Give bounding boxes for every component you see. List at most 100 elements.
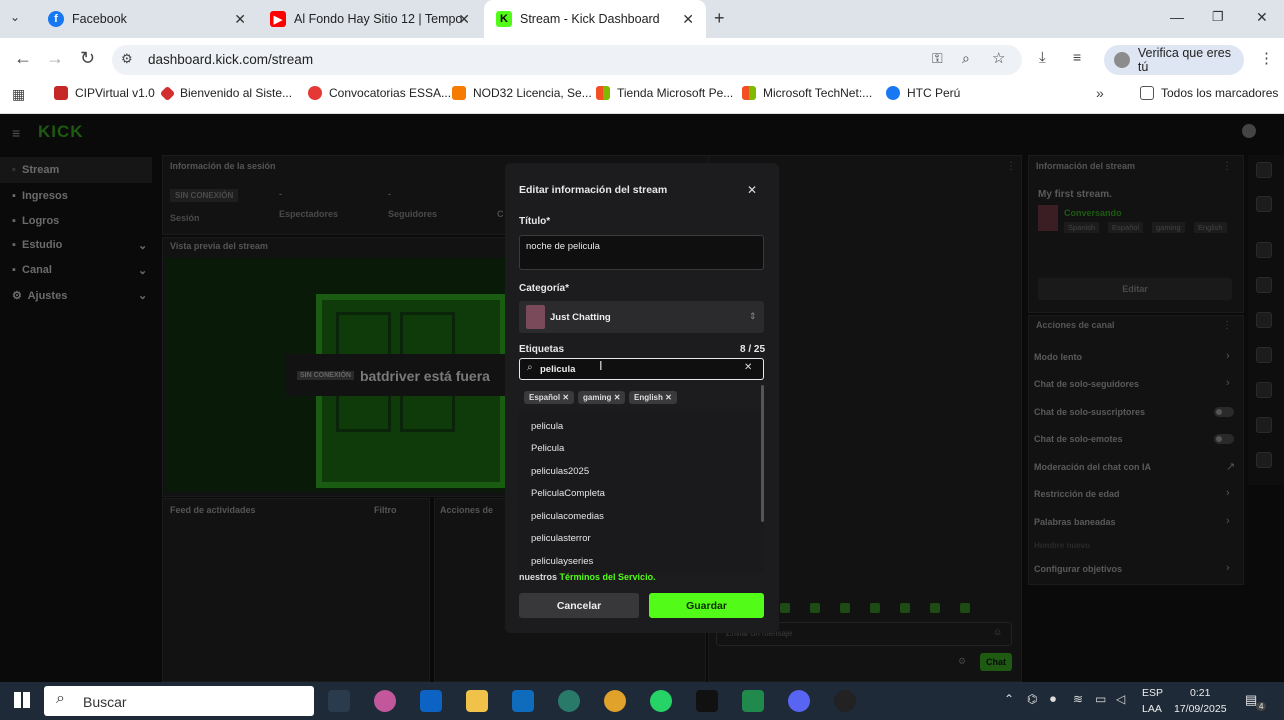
url-text[interactable]: dashboard.kick.com/stream xyxy=(148,52,313,67)
close-icon[interactable]: ✕ xyxy=(747,183,757,197)
download-icon[interactable]: ⤓ xyxy=(1039,49,1046,66)
kick-logo[interactable]: KICK xyxy=(38,122,84,142)
clock-time[interactable]: 0:21 xyxy=(1190,687,1210,699)
close-window-icon[interactable]: ✕ xyxy=(1256,9,1268,26)
action-emotes-only[interactable]: Chat de solo-emotes xyxy=(1034,434,1123,444)
chat-icon[interactable] xyxy=(1256,347,1272,363)
tab-search-icon[interactable]: ⌄ xyxy=(10,10,20,24)
bookmark-item[interactable]: Tienda Microsoft Pe... xyxy=(596,86,733,100)
copilot-icon[interactable] xyxy=(374,690,396,712)
chat-send-button[interactable]: Chat xyxy=(980,653,1012,671)
chrome-icon[interactable] xyxy=(604,690,626,712)
list-icon[interactable] xyxy=(1256,417,1272,433)
emote-icon[interactable] xyxy=(930,603,940,613)
tag-suggestion[interactable]: PeliculaCompleta xyxy=(531,488,605,499)
save-button[interactable]: Guardar xyxy=(649,593,764,618)
emote-icon[interactable] xyxy=(810,603,820,613)
battery-icon[interactable]: ▭ xyxy=(1095,692,1106,706)
recorder-icon[interactable] xyxy=(834,690,856,712)
close-tab-icon[interactable]: ✕ xyxy=(234,11,246,28)
action-slow-mode[interactable]: Modo lento xyxy=(1034,352,1082,362)
action-banned-words[interactable]: Palabras baneadas xyxy=(1034,517,1116,527)
bookmark-item[interactable]: NOD32 Licencia, Se... xyxy=(452,86,592,100)
clear-search-icon[interactable]: ✕ xyxy=(744,362,752,373)
bookmark-item[interactable]: HTC Perú xyxy=(886,86,960,100)
channel-actions-more-icon[interactable]: ⋮ xyxy=(1222,320,1232,331)
emote-icon[interactable] xyxy=(870,603,880,613)
profile-verify-button[interactable]: Verifica que eres tú xyxy=(1104,45,1244,75)
tag-chip[interactable]: gaming ✕ xyxy=(578,391,626,404)
action-followers-only[interactable]: Chat de solo-seguidores xyxy=(1034,379,1139,389)
bookmark-item[interactable]: Convocatorias ESSA... xyxy=(308,86,451,100)
sidebar-item-stream[interactable]: ◦ Stream xyxy=(12,164,59,176)
wifi-icon[interactable]: ≋ xyxy=(1073,692,1083,706)
lang-bottom[interactable]: LAA xyxy=(1142,703,1162,715)
mic-icon[interactable]: ⏺ xyxy=(1050,692,1056,707)
remove-tag-icon[interactable]: ✕ xyxy=(614,393,621,402)
bookmark-star-icon[interactable]: ☆ xyxy=(992,49,1005,67)
back-icon[interactable]: ← xyxy=(14,48,32,69)
emote-icon[interactable] xyxy=(780,603,790,613)
tag-suggestion[interactable]: peliculasterror xyxy=(531,533,591,544)
bookmark-item[interactable]: Microsoft TechNet:... xyxy=(742,86,872,100)
tag-chip[interactable]: Español ✕ xyxy=(524,391,575,404)
volume-icon[interactable]: ◁ xyxy=(1116,692,1125,706)
remove-tag-icon[interactable]: ✕ xyxy=(562,393,569,402)
media-control-icon[interactable]: ≡ xyxy=(1073,49,1081,65)
chat-more-icon[interactable]: ⋮ xyxy=(1006,161,1016,172)
user-avatar[interactable] xyxy=(1242,124,1256,138)
close-tab-icon[interactable]: ✕ xyxy=(682,11,694,28)
app-icon[interactable] xyxy=(742,690,764,712)
zoom-icon[interactable]: ⌕ xyxy=(962,50,970,67)
tag-suggestion[interactable]: peliculacomedias xyxy=(531,511,604,522)
lang-top[interactable]: ESP xyxy=(1142,687,1163,699)
action-age-restriction[interactable]: Restricción de edad xyxy=(1034,489,1120,499)
all-bookmarks[interactable]: Todos los marcadores xyxy=(1140,86,1278,100)
wrench-icon[interactable] xyxy=(1256,452,1272,468)
tab-facebook[interactable]: f Facebook ✕ xyxy=(36,0,258,38)
emote-icon[interactable] xyxy=(840,603,850,613)
broadcast-icon[interactable] xyxy=(1256,382,1272,398)
edit-icon[interactable] xyxy=(1256,196,1272,212)
password-key-icon[interactable]: ⚿ xyxy=(932,50,943,67)
tag-chip[interactable]: English ✕ xyxy=(629,391,677,404)
file-explorer-icon[interactable] xyxy=(466,690,488,712)
cancel-button[interactable]: Cancelar xyxy=(519,593,639,618)
reload-icon[interactable]: ↻ xyxy=(80,48,95,69)
site-info-icon[interactable]: ⚙ xyxy=(121,51,133,67)
terms-link[interactable]: Términos del Servicio. xyxy=(560,572,656,582)
sidebar-item-logros[interactable]: ▪ Logros xyxy=(12,215,59,227)
network-icon[interactable]: ⌬ xyxy=(1027,692,1037,706)
sidebar-item-ajustes[interactable]: ⚙ Ajustes ⌄ xyxy=(12,289,147,302)
tray-expand-icon[interactable]: ⌃ xyxy=(1004,692,1014,706)
emote-icon[interactable] xyxy=(960,603,970,613)
action-ai-moderation[interactable]: Moderación del chat con IA xyxy=(1034,462,1151,472)
restore-icon[interactable]: ❐ xyxy=(1212,9,1224,25)
more-bookmarks-icon[interactable]: » xyxy=(1096,85,1104,101)
close-tab-icon[interactable]: ✕ xyxy=(458,11,470,28)
outlook-icon[interactable] xyxy=(512,690,534,712)
more-menu-icon[interactable]: ⋮ xyxy=(1259,49,1274,67)
bookmark-item[interactable]: Bienvenido al Siste... xyxy=(159,85,292,101)
bookmark-item[interactable]: CIPVirtual v1.0 xyxy=(54,86,155,100)
task-view-icon[interactable] xyxy=(328,690,350,712)
emotes-only-toggle[interactable] xyxy=(1214,434,1234,444)
store-icon[interactable] xyxy=(420,690,442,712)
filter-button[interactable]: Filtro xyxy=(374,505,397,515)
clock-date[interactable]: 17/09/2025 xyxy=(1174,703,1227,715)
tag-suggestion[interactable]: pelicula xyxy=(531,421,563,432)
dropdown-scrollbar[interactable] xyxy=(761,385,764,522)
apps-grid-icon[interactable]: ▦ xyxy=(12,86,25,103)
subscribers-only-toggle[interactable] xyxy=(1214,407,1234,417)
tag-suggestion[interactable]: peliculas2025 xyxy=(531,466,589,477)
chat-settings-icon[interactable]: ⚙ xyxy=(958,656,966,667)
stream-info-more-icon[interactable]: ⋮ xyxy=(1222,161,1232,172)
chrome-profile-icon[interactable] xyxy=(558,690,580,712)
widget-icon[interactable] xyxy=(1256,242,1272,258)
menu-icon[interactable]: ≡ xyxy=(12,125,20,141)
tab-kick-dashboard[interactable]: K Stream - Kick Dashboard ✕ xyxy=(484,0,706,38)
sidebar-item-estudio[interactable]: ▪ Estudio ⌄ xyxy=(12,239,147,252)
windows-start-icon[interactable] xyxy=(14,692,30,708)
emote-icon[interactable] xyxy=(900,603,910,613)
sidebar-item-ingresos[interactable]: ▪ Ingresos xyxy=(12,190,68,202)
